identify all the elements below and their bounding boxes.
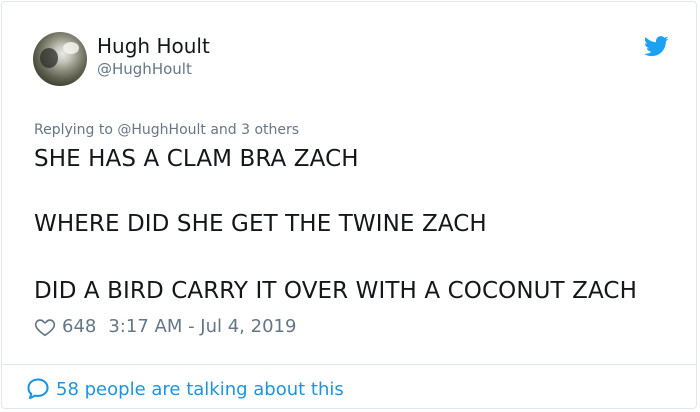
tweet-text-line-2: WHERE DID SHE GET THE TWINE ZACH	[34, 211, 487, 237]
twitter-bird-icon[interactable]	[644, 36, 669, 57]
conversation-label: 58 people are talking about this	[56, 378, 344, 400]
avatar-shadow	[40, 48, 58, 68]
like-count[interactable]: 648	[62, 316, 96, 337]
avatar[interactable]	[33, 32, 87, 86]
tweet-card: Hugh Hoult @HughHoult Replying to @HughH…	[1, 1, 697, 409]
author-handle[interactable]: @HughHoult	[97, 60, 192, 78]
avatar-highlight	[63, 42, 79, 54]
tweet-timestamp[interactable]: 3:17 AM - Jul 4, 2019	[108, 316, 296, 337]
tweet-text-line-1: SHE HAS A CLAM BRA ZACH	[34, 146, 359, 172]
conversation-link[interactable]: 58 people are talking about this	[25, 375, 344, 403]
tweet-text-line-3: DID A BIRD CARRY IT OVER WITH A COCONUT …	[34, 278, 637, 304]
heart-outline-icon[interactable]	[34, 316, 56, 338]
divider	[2, 364, 696, 365]
reply-context[interactable]: Replying to @HughHoult and 3 others	[34, 122, 299, 138]
speech-bubble-icon	[27, 378, 49, 400]
author-display-name[interactable]: Hugh Hoult	[97, 34, 210, 58]
tweet-meta: 648 3:17 AM - Jul 4, 2019	[34, 314, 296, 338]
